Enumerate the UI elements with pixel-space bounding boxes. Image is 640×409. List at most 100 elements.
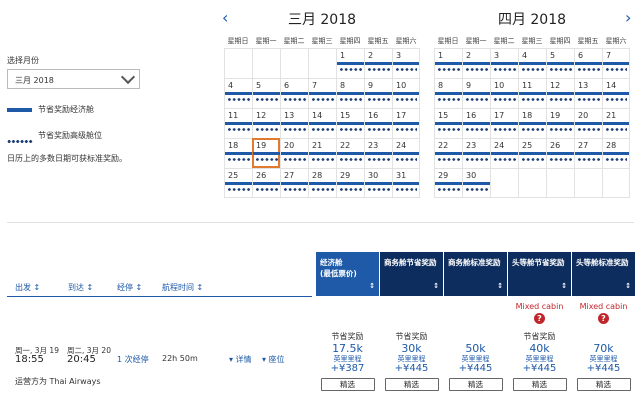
calendar-day[interactable]: 19	[252, 138, 280, 168]
calendar-day[interactable]: 5	[546, 48, 574, 78]
fare-tax: +¥387	[330, 363, 365, 374]
day-number: 18	[522, 111, 533, 120]
mixed-cabin-notice-first-standard[interactable]: Mixed cabin ?	[572, 302, 635, 324]
weekday-label: 星期三	[311, 37, 333, 45]
day-number: 10	[494, 81, 505, 90]
calendar-day[interactable]: 20	[280, 138, 308, 168]
calendar-day[interactable]: 7	[602, 48, 630, 78]
calendar-day[interactable]: 12	[252, 108, 280, 138]
calendar-day[interactable]: 4	[224, 78, 252, 108]
sort-duration[interactable]: 航程时间 ↕	[162, 282, 203, 293]
weekday-label: 星期二	[493, 37, 515, 45]
month-select[interactable]: 三月 2018	[7, 69, 140, 89]
calendar-day[interactable]: 17	[392, 108, 420, 138]
calendar-day[interactable]: 26	[546, 138, 574, 168]
calendar-day[interactable]: 29	[336, 168, 364, 198]
select-button[interactable]: 精选	[320, 378, 375, 391]
saver-premium-indicator	[395, 188, 417, 191]
calendar-day[interactable]: 23	[462, 138, 490, 168]
fare-miles: 70k	[593, 342, 614, 355]
calendar-day[interactable]: 8	[434, 78, 462, 108]
cabin-header-first-standard[interactable]: 头等舱标准奖励 ↕	[572, 252, 635, 296]
calendar-day[interactable]: 14	[602, 78, 630, 108]
help-icon[interactable]: ?	[598, 313, 609, 324]
calendar-day[interactable]: 13	[574, 78, 602, 108]
calendar-day[interactable]: 24	[490, 138, 518, 168]
calendar-day[interactable]: 24	[392, 138, 420, 168]
cabin-header-first-saver[interactable]: 头等舱节省奖励 ↕	[508, 252, 571, 296]
mixed-cabin-notice-first-saver[interactable]: Mixed cabin ?	[508, 302, 571, 324]
calendar-day[interactable]: 28	[602, 138, 630, 168]
cabin-header-business-saver[interactable]: 商务舱节省奖励 ↕	[380, 252, 443, 296]
calendar-day[interactable]: 9	[462, 78, 490, 108]
calendar-day[interactable]: 22	[434, 138, 462, 168]
calendar-day[interactable]: 18	[224, 138, 252, 168]
mixed-cabin-label: Mixed cabin	[515, 302, 564, 311]
calendar-day[interactable]: 6	[280, 78, 308, 108]
saver-economy-indicator	[225, 122, 252, 125]
calendar-day[interactable]: 25	[518, 138, 546, 168]
calendar-day[interactable]: 6	[574, 48, 602, 78]
calendar-day[interactable]: 16	[364, 108, 392, 138]
select-button[interactable]: 精选	[448, 378, 503, 391]
cabin-header-label: 头等舱标准奖励	[576, 258, 629, 267]
calendar-day[interactable]: 12	[546, 78, 574, 108]
calendar-day[interactable]: 29	[434, 168, 462, 198]
calendar-day[interactable]: 9	[364, 78, 392, 108]
calendar-day[interactable]: 2	[462, 48, 490, 78]
calendar-day[interactable]: 30	[364, 168, 392, 198]
calendar-day[interactable]: 14	[308, 108, 336, 138]
calendar-day[interactable]: 16	[462, 108, 490, 138]
calendar-day[interactable]: 10	[392, 78, 420, 108]
cabin-header-business-standard[interactable]: 商务舱标准奖励 ↕	[444, 252, 507, 296]
calendar-day[interactable]: 19	[546, 108, 574, 138]
calendar-day[interactable]: 15	[434, 108, 462, 138]
calendar-day[interactable]: 17	[490, 108, 518, 138]
calendar-day[interactable]: 3	[392, 48, 420, 78]
saver-premium-indicator	[311, 188, 334, 191]
calendar-day[interactable]: 25	[224, 168, 252, 198]
calendar-day[interactable]: 15	[336, 108, 364, 138]
calendar-day[interactable]: 11	[224, 108, 252, 138]
calendar-day[interactable]: 21	[308, 138, 336, 168]
calendar-day[interactable]: 2	[364, 48, 392, 78]
calendar-day[interactable]: 20	[574, 108, 602, 138]
calendar-day[interactable]: 4	[518, 48, 546, 78]
calendar-day[interactable]: 10	[490, 78, 518, 108]
stops-link[interactable]: 1 次经停	[117, 354, 149, 365]
calendar-day[interactable]: 3	[490, 48, 518, 78]
calendar-day[interactable]: 1	[336, 48, 364, 78]
calendar-day[interactable]: 11	[518, 78, 546, 108]
sort-arrive[interactable]: 到达 ↕	[68, 282, 93, 293]
calendar-day[interactable]: 8	[336, 78, 364, 108]
calendar-day[interactable]: 1	[434, 48, 462, 78]
calendar-day[interactable]: 7	[308, 78, 336, 108]
seats-link[interactable]: ▾ 座位	[262, 354, 285, 365]
select-button[interactable]: 精选	[576, 378, 631, 391]
calendar-day[interactable]: 21	[602, 108, 630, 138]
saver-economy-indicator	[337, 92, 364, 95]
calendar-day[interactable]: 22	[336, 138, 364, 168]
calendar-week: 22 23 24 25 26 27 28	[434, 138, 630, 168]
saver-economy-indicator	[519, 92, 546, 95]
calendar-day[interactable]: 28	[308, 168, 336, 198]
day-number: 16	[368, 111, 379, 120]
sort-depart[interactable]: 出发 ↕	[15, 282, 40, 293]
cabin-header-economy[interactable]: 经济舱 (最低票价) ↕	[316, 252, 379, 296]
calendar-day[interactable]: 23	[364, 138, 392, 168]
calendar-day[interactable]: 13	[280, 108, 308, 138]
calendar-day[interactable]: 26	[252, 168, 280, 198]
calendar-day[interactable]: 5	[252, 78, 280, 108]
help-icon[interactable]: ?	[534, 313, 545, 324]
calendar-day[interactable]: 27	[574, 138, 602, 168]
saver-economy-indicator	[547, 122, 574, 125]
calendar-day[interactable]: 27	[280, 168, 308, 198]
details-link[interactable]: ▾ 详情	[229, 354, 252, 365]
calendar-day[interactable]: 31	[392, 168, 420, 198]
select-button[interactable]: 精选	[512, 378, 567, 391]
calendar-day[interactable]: 30	[462, 168, 490, 198]
sort-stops[interactable]: 经停 ↕	[117, 282, 142, 293]
calendar-day[interactable]: 18	[518, 108, 546, 138]
select-button[interactable]: 精选	[384, 378, 439, 391]
saver-economy-indicator	[463, 182, 490, 185]
